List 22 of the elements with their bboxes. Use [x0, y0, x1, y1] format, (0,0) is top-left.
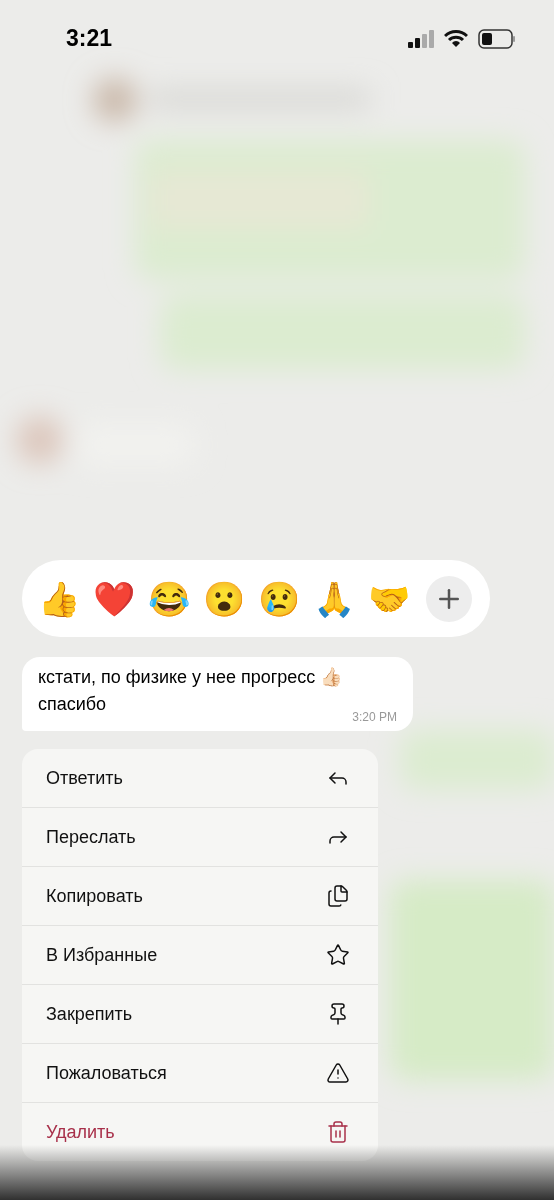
menu-item[interactable]: Закрепить	[22, 985, 378, 1043]
reaction-emoji[interactable]: ❤	[93, 581, 135, 616]
blurred-avatar	[93, 78, 137, 122]
copy-icon	[326, 884, 350, 908]
menu-item[interactable]: В Избранные	[22, 926, 378, 984]
star-icon	[326, 943, 350, 967]
message-time: 3:20 PM	[352, 709, 397, 726]
menu-item[interactable]: Пожаловаться	[22, 1044, 378, 1102]
message-text: кстати, по физике у нее прогресс 👍🏻	[38, 667, 343, 687]
trash-icon	[326, 1120, 350, 1144]
message-text: спасибо	[38, 694, 107, 714]
menu-item[interactable]: Удалить	[22, 1103, 378, 1161]
menu-item[interactable]: Ответить	[22, 749, 378, 807]
warning-icon	[326, 1061, 350, 1085]
wifi-icon	[444, 29, 468, 48]
add-reaction-button[interactable]	[426, 576, 472, 622]
menu-item[interactable]: Копировать	[22, 867, 378, 925]
battery-icon	[478, 28, 516, 49]
status-time: 3:21	[66, 24, 113, 54]
signal-icon	[408, 29, 434, 48]
blurred-avatar	[16, 416, 64, 464]
menu-item[interactable]: Переслать	[22, 808, 378, 866]
